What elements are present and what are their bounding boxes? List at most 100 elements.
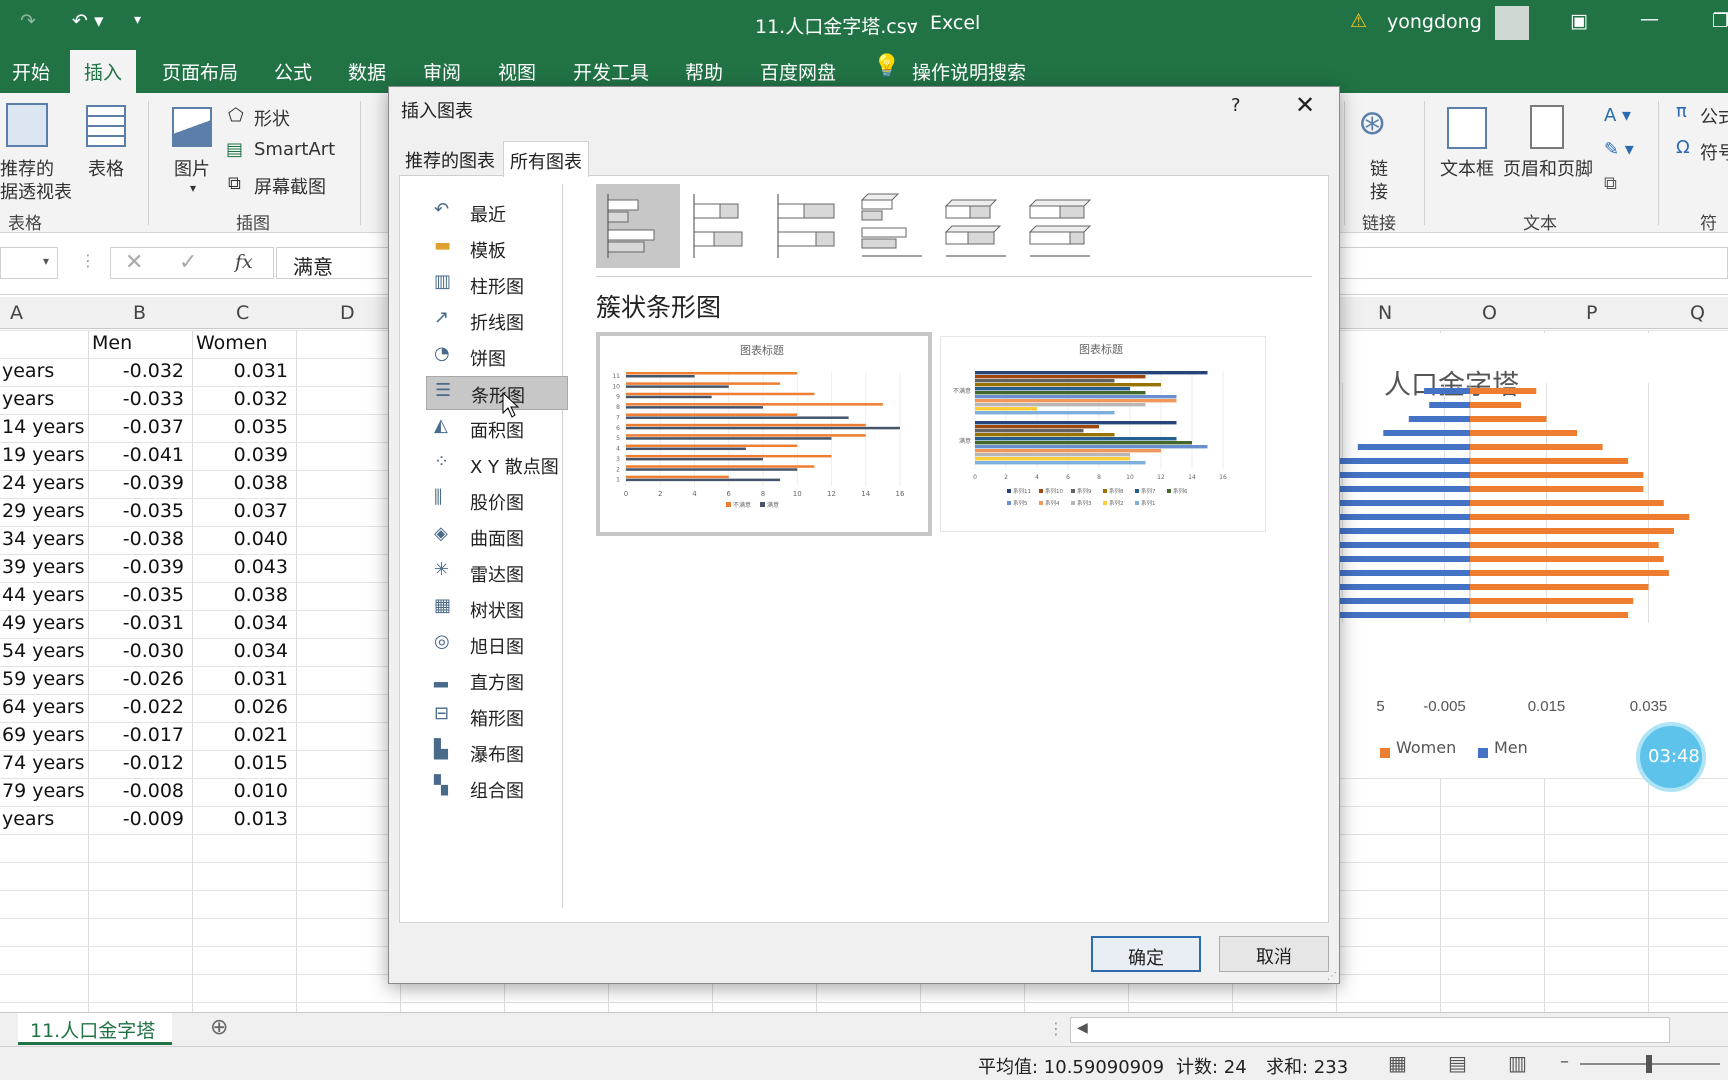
table-cell[interactable]: -0.039 xyxy=(123,556,184,578)
shapes-button[interactable]: 形状 xyxy=(254,105,290,131)
table-cell[interactable]: 0.034 xyxy=(234,612,288,634)
table-cell[interactable]: -0.030 xyxy=(123,640,184,662)
object-icon[interactable]: ⧉ xyxy=(1604,173,1617,194)
tab-home[interactable]: 开始 xyxy=(12,58,50,85)
table-cell[interactable]: 0.038 xyxy=(234,584,288,606)
table-cell[interactable]: 0.034 xyxy=(234,640,288,662)
table-cell[interactable]: 0.043 xyxy=(234,556,288,578)
scroll-left-icon[interactable]: ◀ xyxy=(1077,1020,1088,1036)
warning-icon[interactable]: ⚠ xyxy=(1350,10,1367,32)
col-header-a[interactable]: A xyxy=(10,302,23,324)
nav-item-12[interactable]: ▦ 树状图 xyxy=(426,592,568,626)
subtype-stacked-bar[interactable] xyxy=(682,184,766,268)
tab-developer[interactable]: 开发工具 xyxy=(573,58,649,85)
table-cell[interactable]: -0.038 xyxy=(123,528,184,550)
table-cell[interactable]: 0.032 xyxy=(234,388,288,410)
cancel-icon[interactable]: ✕ xyxy=(125,250,143,275)
restore-icon[interactable]: ❐ xyxy=(1712,10,1728,32)
avatar[interactable] xyxy=(1495,6,1529,40)
table-cell[interactable]: 69 years xyxy=(2,724,85,746)
zoom-slider-thumb[interactable] xyxy=(1646,1055,1652,1073)
table-cell[interactable]: 0.021 xyxy=(234,724,288,746)
table-cell[interactable]: -0.031 xyxy=(123,612,184,634)
nav-item-17[interactable]: ▚ 组合图 xyxy=(426,772,568,806)
tab-help[interactable]: 帮助 xyxy=(685,58,723,85)
fx-icon[interactable]: fx xyxy=(235,251,253,273)
table-cell[interactable]: 0.040 xyxy=(234,528,288,550)
redo-icon[interactable]: ↷ xyxy=(20,10,36,32)
equation-icon[interactable]: π xyxy=(1676,101,1687,122)
help-button[interactable]: ? xyxy=(1231,95,1241,116)
resize-grip-icon[interactable]: ⋰ xyxy=(1327,971,1337,982)
nav-item-9[interactable]: ⫼ 股价图 xyxy=(426,484,568,518)
table-cell[interactable]: -0.035 xyxy=(123,584,184,606)
col-header-b[interactable]: B xyxy=(133,302,146,324)
table-cell[interactable]: -0.035 xyxy=(123,500,184,522)
textbox-icon[interactable] xyxy=(1447,107,1487,149)
table-cell[interactable]: 29 years xyxy=(2,500,85,522)
smartart-button[interactable]: SmartArt xyxy=(254,139,335,160)
table-cell[interactable]: -0.009 xyxy=(123,808,184,830)
enter-icon[interactable]: ✓ xyxy=(179,250,197,275)
tab-recommended-charts[interactable]: 推荐的图表 xyxy=(399,141,501,176)
nav-item-6[interactable]: ☰ 条形图 xyxy=(426,376,568,410)
table-cell[interactable]: 39 years xyxy=(2,556,85,578)
table-cell[interactable]: -0.022 xyxy=(123,696,184,718)
table-icon[interactable] xyxy=(86,105,126,147)
equation-button[interactable]: 公式 xyxy=(1700,103,1728,129)
header-cell[interactable]: Women xyxy=(196,332,268,354)
splitter-icon[interactable]: ⋮ xyxy=(1048,1019,1064,1038)
nav-item-16[interactable]: ▙ 瀑布图 xyxy=(426,736,568,770)
wordart-icon[interactable]: A ▾ xyxy=(1604,105,1631,126)
header-footer-button[interactable]: 页眉和页脚 xyxy=(1503,155,1593,181)
subtype-3d-stacked-bar[interactable] xyxy=(936,184,1020,268)
ok-button[interactable]: 确定 xyxy=(1091,936,1201,972)
minimize-icon[interactable]: — xyxy=(1640,8,1659,30)
table-cell[interactable]: 64 years xyxy=(2,696,85,718)
picture-icon[interactable] xyxy=(172,107,212,147)
add-sheet-icon[interactable]: ⊕ xyxy=(210,1015,228,1040)
table-cell[interactable]: 0.010 xyxy=(234,780,288,802)
table-cell[interactable]: -0.008 xyxy=(123,780,184,802)
tab-data[interactable]: 数据 xyxy=(348,58,386,85)
table-cell[interactable]: 59 years xyxy=(2,668,85,690)
nav-item-1[interactable]: ↶ 最近 xyxy=(426,196,568,230)
normal-view-icon[interactable]: ▦ xyxy=(1388,1051,1407,1075)
nav-item-8[interactable]: ⁘ X Y 散点图 xyxy=(426,448,568,482)
subtype-3d-100-stacked-bar[interactable] xyxy=(1020,184,1104,268)
table-cell[interactable]: 0.013 xyxy=(234,808,288,830)
table-cell[interactable]: 79 years xyxy=(2,780,85,802)
header-footer-icon[interactable] xyxy=(1530,105,1564,149)
table-cell[interactable]: -0.041 xyxy=(123,444,184,466)
symbol-icon[interactable]: Ω xyxy=(1676,137,1690,158)
subtype-clustered-bar[interactable] xyxy=(596,184,680,268)
table-cell[interactable]: 0.035 xyxy=(234,416,288,438)
zoom-out-icon[interactable]: – xyxy=(1560,1051,1569,1072)
nav-item-3[interactable]: ▥ 柱形图 xyxy=(426,268,568,302)
tab-formulas[interactable]: 公式 xyxy=(274,58,312,85)
table-cell[interactable]: 14 years xyxy=(2,416,85,438)
table-cell[interactable]: 0.026 xyxy=(234,696,288,718)
subtype-100-stacked-bar[interactable] xyxy=(766,184,850,268)
pivot-label-2[interactable]: 据透视表 xyxy=(0,178,72,204)
nav-item-7[interactable]: ◭ 面积图 xyxy=(426,412,568,446)
table-cell[interactable]: -0.039 xyxy=(123,472,184,494)
close-icon[interactable]: ✕ xyxy=(1295,91,1315,119)
tab-view[interactable]: 视图 xyxy=(498,58,536,85)
nav-item-4[interactable]: ↗ 折线图 xyxy=(426,304,568,338)
tell-me-search[interactable]: 操作说明搜索 xyxy=(912,58,1026,85)
chart-preview-2[interactable]: 图表标题 0 2 4 6 8 10 12 14 16 不满意 满意 系列11 系列10 系列9 系列8 系列7… xyxy=(940,336,1266,532)
table-cell[interactable]: 0.037 xyxy=(234,500,288,522)
table-cell[interactable]: 74 years xyxy=(2,752,85,774)
table-cell[interactable]: -0.012 xyxy=(123,752,184,774)
customize-qat-icon[interactable]: ▾ xyxy=(134,12,141,28)
picture-button[interactable]: 图片 xyxy=(174,155,210,181)
table-cell[interactable]: 0.039 xyxy=(234,444,288,466)
nav-item-10[interactable]: ◈ 曲面图 xyxy=(426,520,568,554)
header-cell[interactable]: Men xyxy=(92,332,132,354)
table-cell[interactable]: years xyxy=(2,388,54,410)
signature-icon[interactable]: ✎ ▾ xyxy=(1604,139,1634,160)
cancel-button[interactable]: 取消 xyxy=(1219,936,1329,972)
symbol-button[interactable]: 符号 xyxy=(1700,139,1728,165)
col-header-q[interactable]: Q xyxy=(1690,302,1705,324)
